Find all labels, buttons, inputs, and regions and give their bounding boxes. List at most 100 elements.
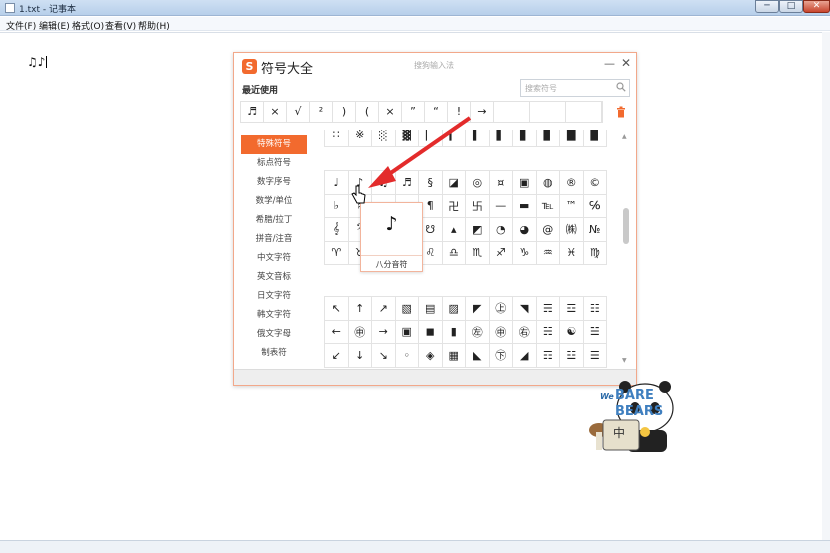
window-titlebar[interactable]: 1.txt - 记事本 ─ □ ✕ [0, 0, 830, 16]
trash-icon[interactable] [616, 106, 626, 118]
category-item[interactable]: 日文字符 [241, 287, 307, 306]
recent-symbol[interactable]: → [471, 102, 494, 122]
symbol-cell[interactable]: ♭ [324, 193, 349, 218]
symbol-cell[interactable]: ☯ [559, 319, 584, 344]
symbol-cell[interactable]: ▊ [535, 130, 560, 147]
symbol-cell[interactable]: ◕ [512, 217, 537, 242]
symbol-cell[interactable]: ☰ [582, 343, 607, 368]
symbol-cell[interactable]: ㊧ [465, 319, 490, 344]
dialog-scrollbar[interactable]: ▲ ▼ [622, 133, 629, 365]
symbol-cell[interactable]: ◥ [512, 296, 537, 321]
dialog-minimize-button[interactable]: — [604, 57, 615, 70]
recent-symbol[interactable]: “ [425, 102, 448, 122]
symbol-cell[interactable]: ™ [559, 193, 584, 218]
menu-format[interactable]: 格式(O) [72, 19, 104, 32]
symbol-cell[interactable]: ♓ [559, 240, 584, 265]
symbol-cell[interactable]: № [582, 217, 607, 242]
recent-symbol[interactable]: ” [402, 102, 425, 122]
symbol-cell[interactable]: ◩ [465, 217, 490, 242]
symbol-cell[interactable]: ◍ [535, 170, 560, 195]
symbol-cell[interactable]: ♩ [324, 170, 349, 195]
symbol-cell[interactable]: ♏ [465, 240, 490, 265]
symbol-cell[interactable]: ♒ [535, 240, 560, 265]
symbol-cell[interactable]: ♈ [324, 240, 349, 265]
category-item[interactable]: 制表符 [241, 344, 307, 363]
symbol-cell[interactable]: ◼ [418, 319, 443, 344]
symbol-cell[interactable]: ♍ [582, 240, 607, 265]
minimize-button[interactable]: ─ [755, 0, 779, 13]
symbol-cell[interactable]: ☷ [582, 296, 607, 321]
symbol-cell[interactable]: ▬ [512, 193, 537, 218]
scroll-down-icon[interactable]: ▼ [622, 357, 627, 364]
symbol-cell[interactable]: ▌ [488, 130, 513, 147]
symbol-cell[interactable]: ▎ [441, 130, 466, 147]
symbol-cell[interactable]: ▧ [394, 296, 419, 321]
symbol-cell[interactable]: ◔ [488, 217, 513, 242]
symbol-cell[interactable]: ㊥ [347, 319, 372, 344]
category-item[interactable]: 数学/单位 [241, 192, 307, 211]
symbol-cell[interactable]: ↓ [347, 343, 372, 368]
symbol-cell[interactable]: ♐ [488, 240, 513, 265]
symbol-cell[interactable]: ▤ [418, 296, 443, 321]
symbol-cell[interactable]: ▨ [441, 296, 466, 321]
symbol-cell[interactable]: ↙ [324, 343, 349, 368]
symbol-cell[interactable]: ▣ [512, 170, 537, 195]
symbol-cell[interactable]: ◣ [465, 343, 490, 368]
symbol-cell[interactable]: ▮ [441, 319, 466, 344]
symbol-cell[interactable]: ▏ [418, 130, 443, 147]
symbol-cell[interactable]: ♎ [441, 240, 466, 265]
symbol-cell[interactable]: ↗ [371, 296, 396, 321]
symbol-cell[interactable]: § [418, 170, 443, 195]
symbol-cell[interactable]: 卐 [465, 193, 490, 218]
symbol-cell[interactable]: ☲ [559, 296, 584, 321]
symbol-cell[interactable]: 卍 [441, 193, 466, 218]
menu-edit[interactable]: 编辑(E) [39, 19, 70, 32]
symbol-cell[interactable]: ◦ [394, 343, 419, 368]
symbol-cell[interactable]: ㊤ [488, 296, 513, 321]
category-item[interactable]: 俄文字母 [241, 325, 307, 344]
menu-help[interactable]: 帮助(H) [138, 19, 170, 32]
symbol-search-input[interactable]: 搜索符号 [520, 79, 630, 97]
category-item[interactable]: 拼音/注音 [241, 230, 307, 249]
symbol-cell[interactable]: ☶ [535, 343, 560, 368]
symbol-cell[interactable]: ∷ [324, 130, 349, 147]
symbol-cell[interactable]: ▉ [582, 130, 607, 147]
symbol-cell[interactable]: © [582, 170, 607, 195]
recent-symbol[interactable]: ² [310, 102, 333, 122]
category-item[interactable]: 数字序号 [241, 173, 307, 192]
symbol-cell[interactable]: ▴ [441, 217, 466, 242]
recent-symbol[interactable]: × [379, 102, 402, 122]
symbol-cell[interactable]: ☱ [582, 319, 607, 344]
category-item[interactable]: 韩文字符 [241, 306, 307, 325]
category-item[interactable]: 希腊/拉丁 [241, 211, 307, 230]
symbol-cell[interactable]: ☳ [559, 343, 584, 368]
scroll-thumb[interactable] [623, 208, 629, 244]
symbol-cell[interactable]: — [488, 193, 513, 218]
category-item[interactable]: 英文音标 [241, 268, 307, 287]
category-item[interactable]: 特殊符号 [241, 135, 307, 154]
symbol-cell[interactable]: ▋ [512, 130, 537, 147]
symbol-cell[interactable]: ♬ [394, 170, 419, 195]
symbol-cell[interactable]: @ [535, 217, 560, 242]
scroll-up-icon[interactable]: ▲ [622, 133, 627, 140]
symbol-cell[interactable]: ☴ [535, 296, 560, 321]
symbol-cell[interactable]: ▍ [465, 130, 490, 147]
symbol-cell[interactable]: 𝄞 [324, 217, 349, 242]
recent-symbol[interactable]: √ [287, 102, 310, 122]
symbol-cell[interactable]: ㊥ [488, 319, 513, 344]
category-item[interactable]: 中文字符 [241, 249, 307, 268]
symbol-cell[interactable]: ░ [371, 130, 396, 147]
symbol-cell[interactable]: ◎ [465, 170, 490, 195]
recent-symbol[interactable]: × [264, 102, 287, 122]
search-icon[interactable] [616, 82, 626, 92]
symbol-cell[interactable]: ▦ [441, 343, 466, 368]
symbol-cell[interactable]: ♫ [371, 170, 396, 195]
symbol-cell[interactable]: ㊨ [512, 319, 537, 344]
recent-symbol[interactable]: ! [448, 102, 471, 122]
menu-view[interactable]: 查看(V) [105, 19, 136, 32]
symbol-cell[interactable]: █ [559, 130, 584, 147]
recent-symbol[interactable]: ) [333, 102, 356, 122]
recent-symbol[interactable]: ( [356, 102, 379, 122]
symbol-cell[interactable]: ◢ [512, 343, 537, 368]
close-button[interactable]: ✕ [803, 0, 830, 13]
